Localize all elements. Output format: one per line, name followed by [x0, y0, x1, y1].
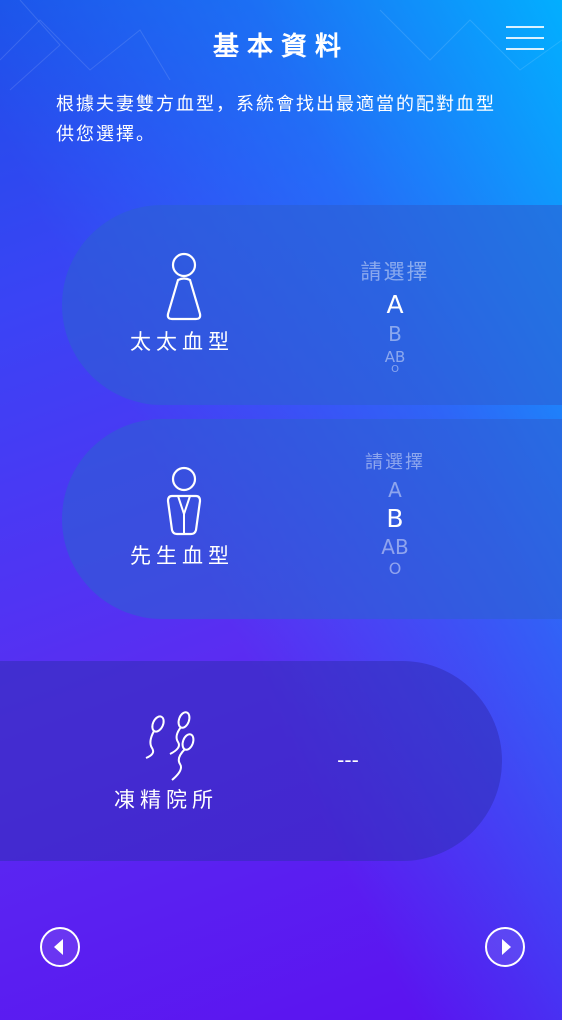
clinic-value[interactable]: --- [318, 748, 378, 772]
picker-placeholder[interactable]: 請選擇 [330, 256, 460, 286]
man-icon [166, 466, 202, 536]
previous-button[interactable] [40, 927, 80, 967]
woman-icon [166, 252, 202, 321]
picker-option-selected[interactable]: A [330, 290, 460, 319]
husband-blood-type-picker[interactable]: 請選擇 A B AB O [330, 448, 460, 578]
sperm-icon [145, 711, 195, 781]
intro-text: 根據夫妻雙方血型，系統會找出最適當的配對血型供您選擇。 [56, 94, 496, 145]
page-title: 基本資料 [212, 32, 349, 62]
frozen-sperm-clinic-label: 凍精院所 [114, 788, 218, 812]
picker-option[interactable]: O [330, 365, 460, 375]
frozen-sperm-clinic-card[interactable] [0, 661, 502, 861]
hamburger-menu-icon[interactable] [506, 22, 546, 54]
picker-option[interactable]: A [330, 478, 460, 502]
husband-blood-type-label: 先生血型 [130, 544, 234, 568]
play-right-icon [502, 939, 511, 955]
picker-option[interactable]: O [330, 559, 460, 578]
picker-option[interactable]: B [330, 322, 460, 346]
picker-option-selected[interactable]: B [330, 504, 460, 533]
picker-option[interactable]: AB [330, 535, 460, 559]
picker-placeholder[interactable]: 請選擇 [330, 448, 460, 474]
wife-blood-type-picker[interactable]: 請選擇 A B AB O [330, 256, 460, 375]
play-left-icon [54, 939, 63, 955]
wife-blood-type-label: 太太血型 [130, 330, 234, 354]
husband-blood-type-card [62, 419, 562, 619]
wife-blood-type-card [62, 205, 562, 405]
next-button[interactable] [485, 927, 525, 967]
